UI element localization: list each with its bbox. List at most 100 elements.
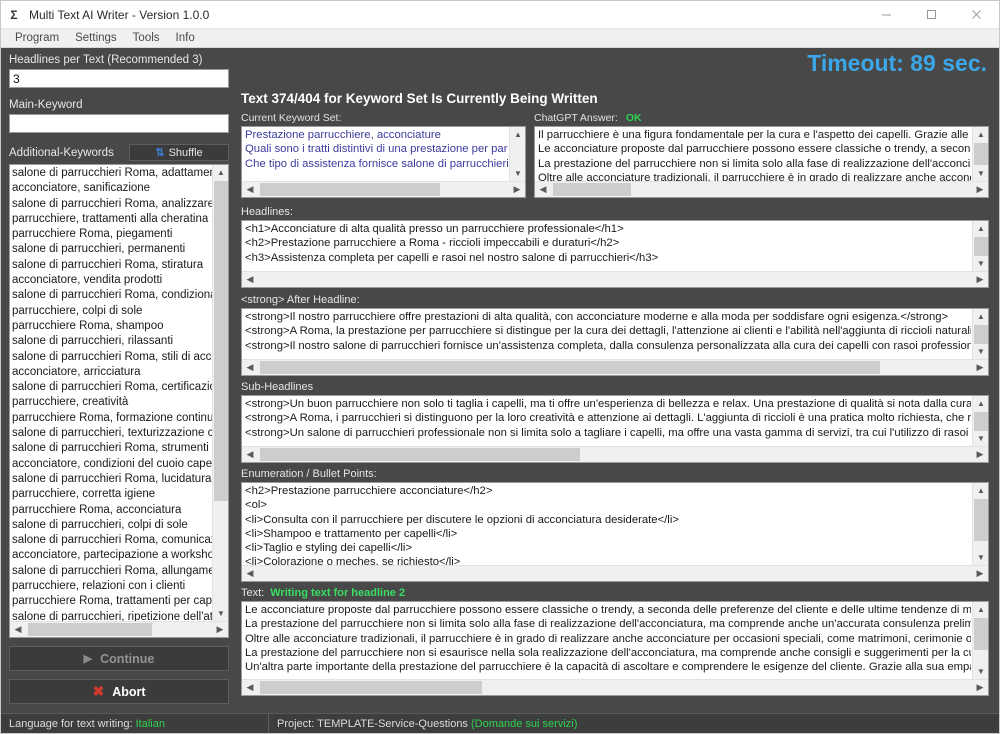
scroll-right-icon[interactable]: ▶ bbox=[972, 360, 988, 376]
scroll-right-icon[interactable]: ▶ bbox=[972, 680, 988, 696]
abort-button[interactable]: ✖ Abort bbox=[9, 679, 229, 704]
vertical-scroll-thumb[interactable] bbox=[974, 499, 988, 541]
current-keyword-set-box[interactable]: Prestazione parrucchiere, acconciature Qu… bbox=[241, 126, 526, 198]
text-box[interactable]: Le acconciature proposte dal parrucchier… bbox=[241, 601, 989, 696]
menu-item-info[interactable]: Info bbox=[168, 29, 203, 48]
text-vscrollbar[interactable]: ▲ ▼ bbox=[972, 602, 988, 679]
horizontal-scroll-thumb[interactable] bbox=[260, 360, 880, 374]
sub-headlines-hscrollbar[interactable]: ◀ ▶ bbox=[242, 446, 988, 462]
scroll-left-icon[interactable]: ◀ bbox=[242, 566, 258, 582]
after-headline-line: <strong>Il nostro salone di parrucchieri… bbox=[245, 339, 971, 352]
headlines-lines: <h1>Acconciature di alta qualità presso … bbox=[245, 222, 971, 271]
answer-vscrollbar[interactable]: ▲ ▼ bbox=[972, 127, 988, 181]
answer-hscrollbar[interactable]: ◀ ▶ bbox=[535, 181, 988, 197]
enumeration-vscrollbar[interactable]: ▲ ▼ bbox=[972, 483, 988, 565]
h-scroll-track[interactable] bbox=[258, 566, 972, 582]
close-button[interactable] bbox=[954, 1, 999, 29]
scroll-down-icon[interactable]: ▼ bbox=[973, 431, 988, 446]
headlines-label: Headlines: bbox=[241, 206, 293, 218]
scroll-right-icon[interactable]: ▶ bbox=[212, 622, 228, 638]
after-headline-box[interactable]: <strong>Il nostro parrucchiere offre pre… bbox=[241, 308, 989, 376]
menu-item-program[interactable]: Program bbox=[7, 29, 67, 48]
sub-headlines-vscrollbar[interactable]: ▲ ▼ bbox=[972, 396, 988, 446]
after-headline-viewport: <strong>Il nostro parrucchiere offre pre… bbox=[242, 309, 988, 359]
headlines-box[interactable]: <h1>Acconciature di alta qualità presso … bbox=[241, 220, 989, 288]
vertical-scroll-thumb[interactable] bbox=[974, 143, 988, 165]
scroll-right-icon[interactable]: ▶ bbox=[972, 272, 988, 288]
scroll-down-icon[interactable]: ▼ bbox=[973, 550, 988, 565]
horizontal-scroll-thumb[interactable] bbox=[28, 622, 152, 636]
enumeration-hscrollbar[interactable]: ◀ ▶ bbox=[242, 565, 988, 581]
scroll-up-icon[interactable]: ▲ bbox=[973, 127, 988, 142]
keyword-list-vertical-scrollbar[interactable]: ▲ ▼ bbox=[212, 165, 228, 621]
after-headline-vscrollbar[interactable]: ▲ ▼ bbox=[972, 309, 988, 359]
scroll-right-icon[interactable]: ▶ bbox=[972, 447, 988, 463]
enumeration-line: <li>Taglio e styling dei capelli</li> bbox=[245, 542, 413, 555]
horizontal-scroll-thumb[interactable] bbox=[260, 447, 580, 461]
text-hscrollbar[interactable]: ◀ ▶ bbox=[242, 679, 988, 695]
horizontal-scroll-thumb[interactable] bbox=[553, 182, 631, 196]
headlines-per-text-input[interactable] bbox=[9, 69, 229, 88]
headlines-vscrollbar[interactable]: ▲ ▼ bbox=[972, 221, 988, 271]
horizontal-scroll-thumb[interactable] bbox=[260, 182, 440, 196]
scroll-up-icon[interactable]: ▲ bbox=[973, 602, 988, 617]
sub-headlines-box[interactable]: <strong>Un buon parrucchiere non solo ti… bbox=[241, 395, 989, 463]
main-keyword-input[interactable] bbox=[9, 114, 229, 133]
maximize-button[interactable] bbox=[909, 1, 954, 29]
scroll-left-icon[interactable]: ◀ bbox=[10, 622, 26, 638]
scroll-up-icon[interactable]: ▲ bbox=[973, 309, 988, 324]
after-headline-hscrollbar[interactable]: ◀ ▶ bbox=[242, 359, 988, 375]
keyword-list-item: parrucchiere, relazioni con i clienti bbox=[12, 580, 186, 593]
keyword-set-hscrollbar[interactable]: ◀ ▶ bbox=[242, 181, 525, 197]
scroll-right-icon[interactable]: ▶ bbox=[972, 566, 988, 582]
answer-line: Le acconciature proposte dal parrucchier… bbox=[538, 143, 971, 156]
horizontal-scroll-thumb[interactable] bbox=[260, 680, 482, 694]
h-scroll-track[interactable] bbox=[258, 272, 972, 288]
scroll-up-icon[interactable]: ▲ bbox=[973, 396, 988, 411]
vertical-scroll-thumb[interactable] bbox=[974, 618, 988, 650]
scroll-down-icon[interactable]: ▼ bbox=[510, 166, 525, 181]
h-scroll-track[interactable] bbox=[258, 182, 509, 198]
scroll-right-icon[interactable]: ▶ bbox=[509, 182, 525, 198]
scroll-up-icon[interactable]: ▲ bbox=[973, 221, 988, 236]
enumeration-viewport: <h2>Prestazione parrucchiere acconciatur… bbox=[242, 483, 988, 565]
vertical-scroll-thumb[interactable] bbox=[214, 181, 228, 501]
scroll-left-icon[interactable]: ◀ bbox=[242, 680, 258, 696]
h-scroll-track[interactable] bbox=[258, 360, 972, 376]
keyword-set-vscrollbar[interactable]: ▲ ▼ bbox=[509, 127, 525, 181]
scroll-down-icon[interactable]: ▼ bbox=[213, 606, 228, 621]
h-scroll-track[interactable] bbox=[26, 622, 212, 638]
menu-item-settings[interactable]: Settings bbox=[67, 29, 125, 48]
scroll-down-icon[interactable]: ▼ bbox=[973, 256, 988, 271]
minimize-button[interactable] bbox=[864, 1, 909, 29]
shuffle-button[interactable]: ⇅ Shuffle bbox=[129, 144, 229, 161]
scroll-left-icon[interactable]: ◀ bbox=[242, 182, 258, 198]
scroll-left-icon[interactable]: ◀ bbox=[535, 182, 551, 198]
scroll-left-icon[interactable]: ◀ bbox=[242, 272, 258, 288]
scroll-up-icon[interactable]: ▲ bbox=[973, 483, 988, 498]
h-scroll-track[interactable] bbox=[551, 182, 972, 198]
scroll-up-icon[interactable]: ▲ bbox=[510, 127, 525, 142]
headlines-hscrollbar[interactable]: ◀ ▶ bbox=[242, 271, 988, 287]
h-scroll-track[interactable] bbox=[258, 680, 972, 696]
scroll-down-icon[interactable]: ▼ bbox=[973, 344, 988, 359]
scroll-down-icon[interactable]: ▼ bbox=[973, 166, 988, 181]
continue-button[interactable]: ▶ Continue bbox=[9, 646, 229, 671]
text-line: La prestazione del parrucchiere non si e… bbox=[245, 646, 971, 659]
enumeration-box[interactable]: <h2>Prestazione parrucchiere acconciatur… bbox=[241, 482, 989, 582]
scroll-left-icon[interactable]: ◀ bbox=[242, 360, 258, 376]
additional-keywords-list[interactable]: salone di parrucchieri Roma, adattamento… bbox=[9, 164, 229, 638]
text-line: Le acconciature proposte dal parrucchier… bbox=[245, 604, 971, 616]
top-row: Current Keyword Set: Prestazione parrucc… bbox=[241, 112, 989, 198]
scroll-down-icon[interactable]: ▼ bbox=[973, 664, 988, 679]
chatgpt-answer-box[interactable]: Il parrucchiere è una figura fondamental… bbox=[534, 126, 989, 198]
headline-line: <h2>Prestazione parrucchiere a Roma - ri… bbox=[245, 237, 620, 250]
language-value: Italian bbox=[135, 717, 165, 730]
scroll-up-icon[interactable]: ▲ bbox=[213, 165, 228, 180]
scroll-left-icon[interactable]: ◀ bbox=[242, 447, 258, 463]
keyword-list-horizontal-scrollbar[interactable]: ◀ ▶ bbox=[10, 621, 228, 637]
menu-item-tools[interactable]: Tools bbox=[125, 29, 168, 48]
scroll-right-icon[interactable]: ▶ bbox=[972, 182, 988, 198]
h-scroll-track[interactable] bbox=[258, 447, 972, 463]
headline-line: <h1>Acconciature di alta qualità presso … bbox=[245, 223, 624, 235]
